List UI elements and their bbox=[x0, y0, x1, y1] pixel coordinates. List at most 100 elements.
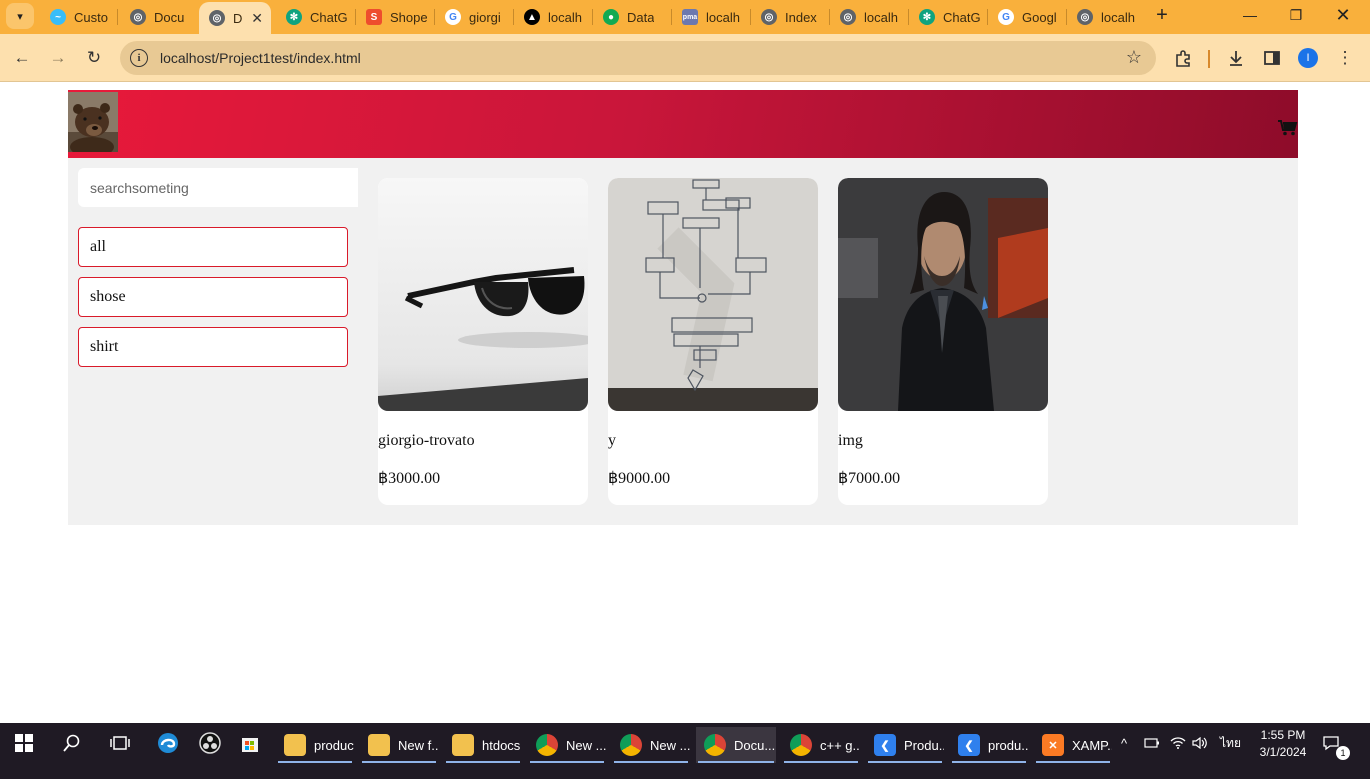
taskbar-app-file-explorer[interactable]: product bbox=[276, 727, 354, 763]
category-button-all[interactable]: all bbox=[78, 227, 348, 267]
browser-tab-active[interactable]: ◎ D ✕ bbox=[199, 2, 271, 34]
url-text[interactable]: localhost/Project1test/index.html bbox=[160, 50, 361, 66]
taskbar-app-file-explorer[interactable]: htdocs bbox=[444, 727, 522, 763]
obs-icon[interactable] bbox=[196, 723, 224, 763]
close-tab-icon[interactable]: ✕ bbox=[251, 10, 263, 27]
keyboard-language-indicator[interactable]: ไทย bbox=[1220, 723, 1244, 763]
globe-icon: ◎ bbox=[209, 10, 225, 26]
new-tab-button[interactable]: + bbox=[1151, 4, 1173, 26]
browser-menu-icon[interactable]: ⋮ bbox=[1333, 46, 1357, 70]
tailwind-icon: ~ bbox=[50, 9, 66, 25]
site-info-icon[interactable]: i bbox=[130, 49, 148, 67]
browser-tab[interactable]: ● Data bbox=[593, 4, 669, 30]
side-panel-icon[interactable] bbox=[1260, 46, 1284, 70]
product-price: ฿9000.00 bbox=[608, 470, 671, 487]
phpmyadmin-icon: pma bbox=[682, 9, 698, 25]
taskbar-app-chrome-active[interactable]: Docu... bbox=[696, 727, 776, 763]
browser-tab[interactable]: ~ Custo bbox=[40, 4, 116, 30]
browser-tab[interactable]: ✻ ChatG bbox=[276, 4, 352, 30]
minimize-window-icon[interactable]: — bbox=[1227, 0, 1273, 30]
product-price: ฿3000.00 bbox=[378, 470, 441, 487]
product-card[interactable]: img ฿7000.00 bbox=[838, 178, 1048, 505]
product-card[interactable]: y ฿9000.00 bbox=[608, 178, 818, 505]
back-arrow-icon[interactable]: ← bbox=[9, 45, 35, 71]
browser-tab[interactable]: ✻ ChatG bbox=[909, 4, 985, 30]
product-image-man-in-suit[interactable] bbox=[838, 178, 1048, 411]
wifi-icon[interactable] bbox=[1170, 723, 1188, 763]
product-image-flowchart-sketch[interactable] bbox=[608, 178, 818, 411]
globe-icon: ◎ bbox=[130, 9, 146, 25]
browser-toolbar: ← → ↻ i localhost/Project1test/index.htm… bbox=[0, 34, 1370, 82]
restore-window-icon[interactable]: ❐ bbox=[1273, 0, 1319, 30]
browser-tab-strip: ▾ ~ Custo ◎ Docu ◎ D ✕ ✻ ChatG S Shope G… bbox=[0, 0, 1370, 34]
browser-tab[interactable]: G Googl bbox=[988, 4, 1064, 30]
toolbar-divider bbox=[1208, 50, 1210, 68]
shopping-cart-icon[interactable] bbox=[1278, 120, 1298, 136]
taskbar-app-xampp[interactable]: ✕ XAMP... bbox=[1034, 727, 1112, 763]
battery-icon[interactable] bbox=[1144, 723, 1162, 763]
address-bar[interactable]: i localhost/Project1test/index.html ☆ bbox=[120, 41, 1156, 75]
category-button-shose[interactable]: shose bbox=[78, 277, 348, 317]
download-icon[interactable] bbox=[1224, 46, 1248, 70]
bookmark-star-icon[interactable]: ☆ bbox=[1126, 47, 1142, 68]
product-image-sunglasses[interactable] bbox=[378, 178, 588, 411]
folder-icon bbox=[284, 734, 306, 756]
globe-icon: ◎ bbox=[840, 9, 856, 25]
vscode-icon: ❮ bbox=[874, 734, 896, 756]
forward-arrow-icon[interactable]: → bbox=[45, 45, 71, 71]
taskbar-app-chrome[interactable]: New ... bbox=[528, 727, 606, 763]
chatgpt-icon: ✻ bbox=[286, 9, 302, 25]
tab-search-button[interactable]: ▾ bbox=[6, 3, 34, 29]
taskbar-app-file-explorer[interactable]: New f... bbox=[360, 727, 438, 763]
volume-icon[interactable] bbox=[1192, 723, 1210, 763]
shop-body: all shose shirt giorgio-trovato ฿3000.00 bbox=[68, 158, 1298, 525]
browser-tab[interactable]: ◎ localh bbox=[1067, 4, 1143, 30]
extensions-icon[interactable] bbox=[1171, 46, 1195, 70]
google-icon: G bbox=[445, 9, 461, 25]
site-header bbox=[68, 90, 1298, 158]
product-price: ฿7000.00 bbox=[838, 470, 901, 487]
xampp-icon: ✕ bbox=[1042, 734, 1064, 756]
search-icon[interactable] bbox=[58, 723, 86, 763]
taskbar-app-vscode[interactable]: ❮ Produ... bbox=[866, 727, 944, 763]
search-input[interactable] bbox=[78, 168, 358, 207]
google-icon: G bbox=[998, 9, 1014, 25]
product-name: y bbox=[608, 432, 616, 449]
browser-tab[interactable]: pma localh bbox=[672, 4, 748, 30]
microsoft-store-icon[interactable] bbox=[236, 723, 264, 763]
notification-count-badge: 1 bbox=[1336, 746, 1350, 760]
chrome-icon bbox=[620, 734, 642, 756]
browser-tab[interactable]: G giorgi bbox=[435, 4, 511, 30]
notification-center-icon[interactable]: 1 bbox=[1322, 723, 1352, 763]
taskbar-app-vscode[interactable]: ❮ produ... bbox=[950, 727, 1028, 763]
category-button-shirt[interactable]: shirt bbox=[78, 327, 348, 367]
browser-tab[interactable]: ◎ Index bbox=[751, 4, 827, 30]
clock-date: 3/1/2024 bbox=[1259, 745, 1307, 759]
windows-start-icon[interactable] bbox=[10, 723, 38, 763]
edge-browser-icon[interactable] bbox=[154, 723, 182, 763]
profile-avatar[interactable]: I bbox=[1298, 48, 1318, 68]
browser-tab[interactable]: S Shope bbox=[356, 4, 432, 30]
browser-tab[interactable]: ▲ localh bbox=[514, 4, 590, 30]
task-view-icon[interactable] bbox=[106, 723, 134, 763]
taskbar-app-chrome[interactable]: c++ g... bbox=[782, 727, 860, 763]
product-card[interactable]: giorgio-trovato ฿3000.00 bbox=[378, 178, 588, 505]
show-hidden-icons-chevron-up-icon[interactable]: ^ bbox=[1121, 723, 1137, 763]
browser-tab[interactable]: ◎ Docu bbox=[120, 4, 196, 30]
close-window-icon[interactable]: ✕ bbox=[1320, 0, 1366, 30]
vercel-icon: ▲ bbox=[524, 9, 540, 25]
bear-logo[interactable] bbox=[68, 92, 118, 152]
globe-icon: ◎ bbox=[1077, 9, 1093, 25]
vscode-icon: ❮ bbox=[958, 734, 980, 756]
mongodb-icon: ● bbox=[603, 9, 619, 25]
chatgpt-icon: ✻ bbox=[919, 9, 935, 25]
clock-time: 1:55 PM bbox=[1260, 728, 1306, 742]
globe-icon: ◎ bbox=[761, 9, 777, 25]
reload-icon[interactable]: ↻ bbox=[81, 45, 107, 71]
taskbar-app-chrome[interactable]: New ... bbox=[612, 727, 690, 763]
chrome-icon bbox=[790, 734, 812, 756]
taskbar-clock[interactable]: 1:55 PM 3/1/2024 bbox=[1251, 727, 1315, 761]
folder-icon bbox=[368, 734, 390, 756]
browser-tab[interactable]: ◎ localh bbox=[830, 4, 906, 30]
windows-taskbar: product New f... htdocs New ... New ... … bbox=[0, 723, 1370, 779]
